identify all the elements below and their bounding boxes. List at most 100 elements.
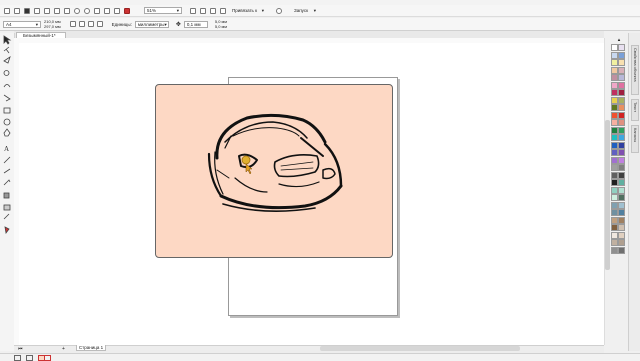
paste-icon[interactable] — [64, 7, 70, 14]
palette-swatch[interactable] — [618, 51, 625, 59]
palette-swatch[interactable] — [618, 89, 625, 96]
palette-swatch[interactable] — [618, 231, 625, 239]
palette-swatch[interactable] — [618, 194, 625, 201]
search-content-icon[interactable] — [94, 7, 100, 14]
palette-swatch[interactable] — [611, 74, 618, 81]
palette-swatch[interactable] — [611, 179, 618, 186]
nudge-distance-field[interactable]: 0,1 мм — [183, 20, 208, 28]
current-page-icon[interactable] — [96, 21, 103, 27]
palette-swatch[interactable] — [618, 66, 625, 74]
zoom-level-select[interactable]: 51% ▾ — [144, 7, 182, 14]
palette-swatch[interactable] — [618, 141, 625, 149]
palette-swatch[interactable] — [618, 119, 625, 126]
rectangle-tool-icon[interactable] — [3, 107, 11, 114]
palette-swatch[interactable] — [611, 186, 618, 194]
palette-swatch[interactable] — [611, 231, 618, 239]
palette-swatch[interactable] — [618, 59, 625, 66]
palette-swatch[interactable] — [611, 126, 618, 134]
page-height-field[interactable]: 297,0 мм — [44, 24, 61, 29]
palette-swatch[interactable] — [611, 119, 618, 126]
palette-swatch[interactable] — [611, 171, 618, 179]
print-icon[interactable] — [34, 7, 40, 14]
undo-icon[interactable] — [74, 7, 80, 14]
open-icon[interactable] — [14, 7, 20, 14]
publish-pdf-icon[interactable] — [124, 7, 130, 14]
export-icon[interactable] — [114, 7, 120, 14]
palette-swatch[interactable] — [611, 51, 618, 59]
palette-swatch[interactable] — [618, 126, 625, 134]
palette-swatch[interactable] — [618, 134, 625, 141]
rulers-icon[interactable] — [200, 7, 206, 14]
palette-swatch[interactable] — [618, 209, 625, 216]
palette-swatch[interactable] — [611, 141, 618, 149]
page-tab[interactable]: Страница 1 — [76, 345, 106, 351]
palette-swatch[interactable] — [611, 104, 618, 111]
docker-tab-object-properties[interactable]: Свойства объекта — [631, 45, 639, 95]
palette-swatch[interactable] — [611, 224, 618, 231]
redo-icon[interactable] — [84, 7, 90, 14]
interactive-fill-icon[interactable] — [3, 204, 11, 211]
palette-swatch[interactable] — [611, 89, 618, 96]
first-page-icon[interactable]: ⏮ — [18, 346, 23, 352]
ellipse-tool-icon[interactable] — [3, 118, 11, 126]
full-screen-icon[interactable] — [190, 7, 196, 14]
palette-swatch[interactable] — [618, 164, 625, 171]
palette-swatch[interactable] — [611, 156, 618, 164]
import-icon[interactable] — [104, 7, 110, 14]
palette-swatch[interactable] — [618, 81, 625, 89]
palette-swatch[interactable] — [618, 74, 625, 81]
palette-swatch[interactable] — [611, 59, 618, 66]
text-tool-icon[interactable]: A — [4, 145, 9, 153]
docker-tab-text[interactable]: Текст — [631, 99, 639, 121]
vertical-scroll-thumb[interactable] — [605, 120, 610, 270]
duplicate-y-field[interactable]: 5,0 мм — [215, 24, 227, 29]
palette-scroll-up-icon[interactable]: ▴ — [613, 38, 625, 43]
freehand-tool-icon[interactable] — [3, 84, 11, 88]
palette-swatch[interactable] — [611, 81, 618, 89]
palette-swatch[interactable] — [618, 224, 625, 231]
portrait-icon[interactable] — [69, 21, 76, 27]
palette-swatch[interactable] — [611, 149, 618, 156]
palette-swatch[interactable] — [611, 134, 618, 141]
palette-swatch[interactable] — [611, 96, 618, 104]
horizontal-scroll-thumb[interactable] — [320, 346, 520, 351]
eyedropper-tool-icon[interactable] — [3, 213, 10, 220]
palette-swatch[interactable] — [618, 171, 625, 179]
fill-tool-icon[interactable] — [4, 226, 10, 234]
shape-tool-icon[interactable] — [3, 46, 10, 54]
all-pages-icon[interactable] — [87, 21, 94, 27]
add-page-icon[interactable]: + — [62, 346, 65, 352]
palette-swatch[interactable] — [618, 111, 625, 119]
cut-icon[interactable] — [44, 7, 50, 14]
palette-swatch[interactable] — [618, 201, 625, 209]
zoom-tool-icon[interactable] — [3, 70, 10, 76]
polygon-tool-icon[interactable] — [3, 128, 11, 137]
palette-swatch[interactable] — [611, 209, 618, 216]
palette-swatch[interactable] — [618, 156, 625, 164]
palette-swatch[interactable] — [618, 216, 625, 224]
palette-swatch[interactable] — [611, 239, 618, 246]
zoom-tool-status-icon[interactable] — [14, 355, 21, 361]
units-select[interactable]: миллиметры ▾ — [134, 20, 169, 28]
blend-tool-icon[interactable] — [3, 179, 11, 186]
palette-swatch[interactable] — [618, 186, 625, 194]
palette-swatch[interactable] — [611, 194, 618, 201]
palette-swatch[interactable] — [611, 201, 618, 209]
copy-icon[interactable] — [54, 7, 60, 14]
palette-swatch[interactable] — [618, 149, 625, 156]
outline-color-status-icon[interactable] — [26, 355, 33, 361]
palette-swatch[interactable] — [611, 44, 618, 51]
palette-swatch[interactable] — [618, 44, 625, 51]
options-gear-icon[interactable] — [276, 7, 282, 14]
artistic-media-icon[interactable] — [3, 94, 11, 102]
palette-swatch[interactable] — [618, 104, 625, 111]
connector-tool-icon[interactable] — [3, 168, 11, 174]
palette-swatch[interactable] — [611, 111, 618, 119]
palette-swatch[interactable] — [618, 179, 625, 186]
palette-swatch[interactable] — [618, 239, 625, 246]
palette-swatch[interactable] — [618, 246, 625, 254]
snap-to-dropdown[interactable]: Привязать к ▾ — [230, 7, 266, 14]
outline-status-swatch[interactable] — [44, 355, 51, 361]
new-document-icon[interactable] — [4, 7, 10, 14]
grid-icon[interactable] — [210, 7, 216, 14]
